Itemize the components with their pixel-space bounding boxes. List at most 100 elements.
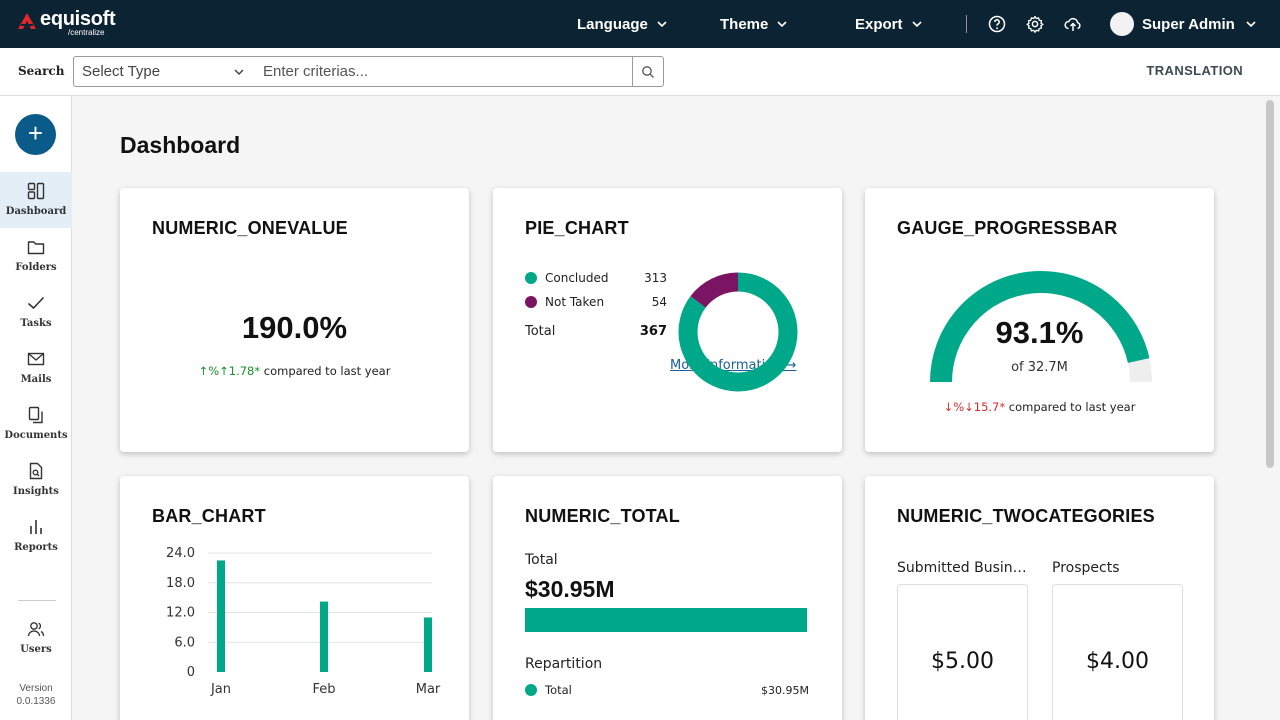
sidebar-item-label: Mails	[20, 374, 52, 385]
bar-x-tick: Jan	[210, 682, 231, 696]
sidebar-item-documents[interactable]: Documents	[0, 396, 72, 452]
category-box: $4.00	[1052, 584, 1183, 720]
bar-y-tick: 18.0	[166, 576, 195, 591]
category-box: $5.00	[897, 584, 1028, 720]
sidebar-item-dashboard[interactable]: Dashboard	[0, 172, 72, 228]
brand-name: equisoft	[40, 8, 116, 30]
repartition-item-label: Total	[545, 683, 572, 697]
sidebar-item-reports[interactable]: Reports	[0, 508, 72, 564]
category-label: Prospects	[1052, 560, 1120, 576]
legend-item: Not Taken	[525, 295, 604, 309]
legend-label: Concluded	[545, 271, 609, 285]
sidebar-item-users[interactable]: Users	[0, 610, 72, 666]
gauge-of-total: of 32.7M	[1011, 360, 1068, 375]
pie-chart	[678, 272, 798, 392]
legend-swatch	[525, 272, 537, 284]
plus-icon: +	[27, 118, 44, 148]
category-value: $5.00	[931, 649, 994, 674]
folder-icon	[27, 241, 45, 255]
card-title: NUMERIC_TWOCATEGORIES	[897, 506, 1155, 526]
translation-button[interactable]: TRANSLATION	[1146, 63, 1243, 78]
mail-icon	[27, 352, 45, 366]
sidebar-item-insights[interactable]: Insights	[0, 452, 72, 508]
pie-slice-not-taken[interactable]	[690, 272, 739, 309]
theme-label: Theme	[720, 15, 769, 33]
card-title: GAUGE_PROGRESSBAR	[897, 218, 1118, 238]
documents-icon	[28, 406, 43, 424]
card-title: PIE_CHART	[525, 218, 629, 238]
help-icon[interactable]	[987, 14, 1007, 34]
version-number: 0.0.1336	[16, 696, 56, 707]
card-numeric-onevalue: NUMERIC_ONEVALUE 190.0% ↑%↑1.78* compare…	[120, 188, 469, 452]
legend-swatch	[525, 684, 537, 696]
card-title: NUMERIC_TOTAL	[525, 506, 680, 526]
chevron-down-icon	[911, 21, 922, 28]
logo[interactable]: equisoft /centralize	[18, 8, 116, 37]
sidebar-item-folders[interactable]: Folders	[0, 228, 72, 284]
language-menu[interactable]: Language	[577, 0, 668, 48]
sidebar-item-label: Tasks	[20, 318, 52, 329]
search-input[interactable]	[255, 56, 633, 87]
sidebar-item-label: Folders	[15, 262, 57, 273]
search-label: Search	[18, 64, 65, 78]
repartition-label: Repartition	[525, 656, 603, 672]
user-menu[interactable]: Super Admin	[1110, 12, 1257, 36]
gauge-comparison: ↓%↓15.7* compared to last year	[865, 400, 1214, 414]
kpi-delta: %↑1.78*	[208, 364, 261, 378]
repartition-item-value: $30.95M	[761, 683, 809, 697]
sidebar-item-label: Reports	[14, 542, 58, 553]
bar-y-tick: 12.0	[166, 606, 195, 621]
insights-icon	[29, 462, 43, 480]
card-numeric-total: NUMERIC_TOTAL Total $30.95M Repartition …	[493, 476, 842, 720]
version-info: Version 0.0.1336	[0, 682, 72, 708]
sidebar: + Dashboard Folders Tasks Mails Document…	[0, 96, 72, 720]
bar-jan[interactable]	[217, 560, 225, 672]
legend-label: Not Taken	[545, 295, 605, 309]
page-title: Dashboard	[120, 132, 241, 158]
export-menu[interactable]: Export	[855, 0, 923, 48]
search-icon	[642, 66, 654, 78]
arrow-down-icon: ↓	[943, 400, 954, 414]
bar-feb[interactable]	[320, 601, 328, 672]
legend-swatch	[525, 296, 537, 308]
cloud-upload-icon[interactable]	[1063, 14, 1083, 34]
sidebar-item-tasks[interactable]: Tasks	[0, 284, 72, 340]
bar-x-tick: Feb	[312, 682, 335, 696]
sidebar-item-label: Documents	[4, 430, 68, 441]
total-label: Total	[525, 552, 558, 568]
search-button[interactable]	[632, 56, 664, 87]
pie-total-label: Total	[525, 324, 556, 339]
check-icon	[27, 296, 45, 310]
dashboard-icon	[27, 182, 45, 200]
chevron-down-icon	[234, 69, 244, 76]
chevron-down-icon	[657, 21, 667, 28]
scrollbar[interactable]	[1266, 100, 1274, 468]
search-bar: Search Select Type TRANSLATION	[0, 48, 1280, 96]
total-progress-bar	[525, 608, 807, 632]
bar-mar[interactable]	[424, 617, 432, 672]
reports-icon	[30, 520, 42, 534]
type-select[interactable]: Select Type	[73, 56, 256, 87]
user-name: Super Admin	[1142, 15, 1235, 33]
card-gauge: GAUGE_PROGRESSBAR 93.1% of 32.7M ↓%↓15.7…	[865, 188, 1214, 452]
sidebar-item-mails[interactable]: Mails	[0, 340, 72, 396]
theme-menu[interactable]: Theme	[720, 0, 788, 48]
sidebar-item-label: Dashboard	[5, 206, 67, 217]
users-icon	[27, 622, 45, 637]
gauge-delta: %↓15.7*	[953, 400, 1006, 414]
bar-y-tick: 24.0	[166, 546, 195, 561]
arrow-up-icon: ↑	[198, 364, 209, 378]
bar-chart: 24.0 18.0 12.0 6.0 0 Jan Feb Mar	[166, 546, 441, 696]
legend-item: Concluded	[525, 271, 608, 285]
export-label: Export	[855, 15, 903, 33]
card-title: BAR_CHART	[152, 506, 266, 526]
settings-icon[interactable]	[1025, 14, 1045, 34]
add-button[interactable]: +	[15, 114, 56, 155]
version-label: Version	[19, 683, 53, 694]
card-bar-chart: BAR_CHART 24.0 18.0 12.0 6.0 0 Jan Feb Mar	[120, 476, 469, 720]
pie-total-value: 367	[639, 324, 667, 339]
card-numeric-twocategories: NUMERIC_TWOCATEGORIES Submitted Busin… $…	[865, 476, 1214, 720]
total-amount: $30.95M	[525, 576, 615, 602]
type-select-value: Select Type	[82, 63, 161, 80]
sidebar-item-label: Users	[20, 644, 52, 655]
